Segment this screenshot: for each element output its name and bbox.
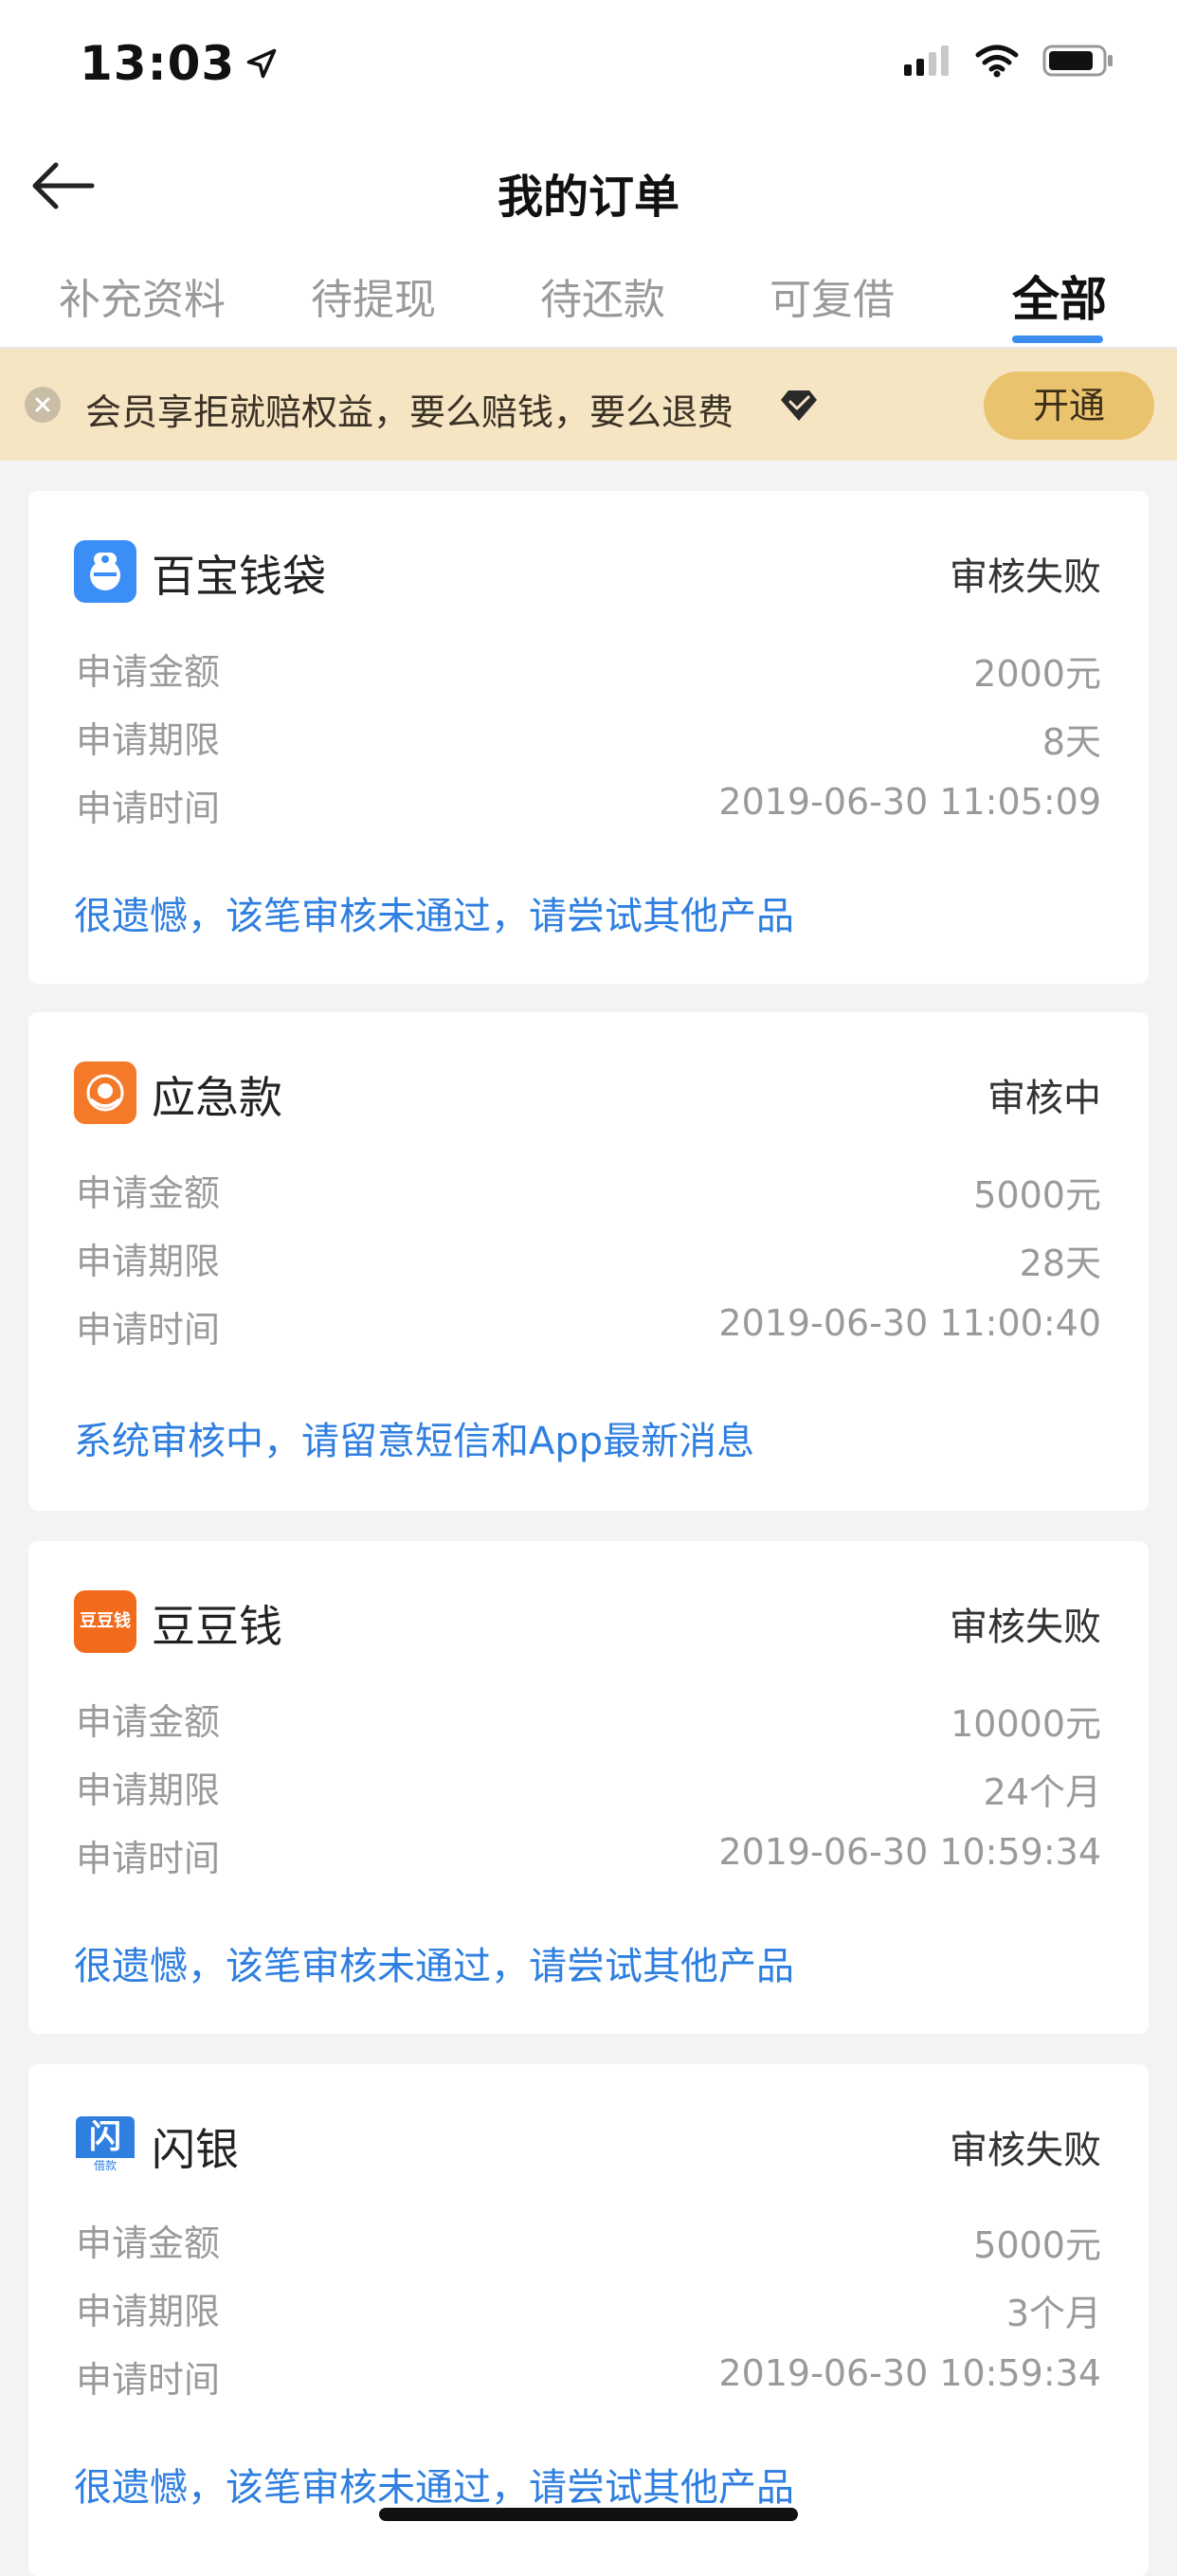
term-label: 申请期限 xyxy=(76,719,221,761)
tab-all[interactable]: 全部 xyxy=(1012,262,1107,330)
term-label: 申请期限 xyxy=(76,2291,221,2332)
term-label: 申请期限 xyxy=(76,1769,221,1811)
tab-reborrowable[interactable]: 可复借 xyxy=(770,265,895,326)
time-value: 2019-06-30 11:00:40 xyxy=(718,1302,1101,1344)
clock-text: 13:03 xyxy=(80,36,236,91)
cellular-signal-icon xyxy=(904,45,949,76)
active-tab-indicator xyxy=(1012,336,1103,343)
term-label: 申请期限 xyxy=(76,1241,221,1282)
banner-close-button[interactable] xyxy=(25,387,61,423)
order-tabs: 补充资料 待提现 待还款 可复借 全部 xyxy=(0,246,1177,349)
order-card[interactable]: 百宝钱袋 审核失败 申请金额 2000元 申请期限 8天 申请时间 2019-0… xyxy=(28,491,1149,984)
app-name: 豆豆钱 xyxy=(152,1601,282,1652)
logo-subtext: 借款 xyxy=(93,2159,117,2172)
tab-supplement-info[interactable]: 补充资料 xyxy=(59,265,226,326)
app-logo xyxy=(74,540,136,603)
order-message: 很遗憾，该笔审核未通过，请尝试其他产品 xyxy=(74,895,794,938)
amount-value: 5000元 xyxy=(973,2224,1101,2266)
time-value: 2019-06-30 11:05:09 xyxy=(718,781,1101,823)
app-name: 应急款 xyxy=(152,1072,282,1123)
navigation-bar: 我的订单 xyxy=(0,123,1177,246)
app-logo: 闪 借款 xyxy=(74,2113,136,2176)
time-value: 2019-06-30 10:59:34 xyxy=(718,2352,1101,2394)
term-value: 3个月 xyxy=(1005,2293,1101,2334)
term-value: 8天 xyxy=(1041,721,1101,763)
logo-text: 豆豆钱 xyxy=(80,1611,131,1631)
app-name: 百宝钱袋 xyxy=(152,551,326,602)
term-value: 24个月 xyxy=(983,1771,1101,1813)
wallet-bag-icon xyxy=(90,553,120,590)
time-value: 2019-06-30 10:59:34 xyxy=(718,1831,1101,1873)
app-name: 闪银 xyxy=(152,2124,239,2175)
emergency-hand-icon xyxy=(86,1074,124,1112)
diamond-icon xyxy=(781,390,817,421)
order-status: 审核失败 xyxy=(950,555,1101,599)
open-membership-button[interactable]: 开通 xyxy=(984,372,1154,440)
amount-value: 2000元 xyxy=(973,653,1101,695)
membership-banner: 会员享拒就赔权益，要么赔钱，要么退费 开通 xyxy=(0,349,1177,461)
order-status: 审核失败 xyxy=(950,1605,1101,1649)
home-indicator[interactable] xyxy=(379,2508,798,2521)
amount-value: 10000元 xyxy=(951,1703,1101,1745)
location-arrow-icon xyxy=(246,48,277,79)
amount-label: 申请金额 xyxy=(76,1172,221,1214)
order-message: 很遗憾，该笔审核未通过，请尝试其他产品 xyxy=(74,1945,794,1988)
order-message: 很遗憾，该笔审核未通过，请尝试其他产品 xyxy=(74,2466,794,2510)
term-value: 28天 xyxy=(1019,1243,1101,1284)
close-icon xyxy=(35,397,50,412)
banner-text: 会员享拒就赔权益，要么赔钱，要么退费 xyxy=(85,391,734,433)
time-label: 申请时间 xyxy=(76,1309,221,1351)
tab-pending-withdrawal[interactable]: 待提现 xyxy=(311,265,436,326)
order-status: 审核失败 xyxy=(950,2129,1101,2172)
time-label: 申请时间 xyxy=(76,2359,221,2401)
app-logo xyxy=(74,1061,136,1124)
amount-label: 申请金额 xyxy=(76,2222,221,2264)
time-label: 申请时间 xyxy=(76,1838,221,1879)
time-label: 申请时间 xyxy=(76,788,221,829)
tab-pending-repayment[interactable]: 待还款 xyxy=(540,265,665,326)
status-indicators xyxy=(904,44,1114,78)
wifi-icon xyxy=(975,45,1019,78)
order-card[interactable]: 应急款 审核中 申请金额 5000元 申请期限 28天 申请时间 2019-06… xyxy=(28,1012,1149,1511)
order-status: 审核中 xyxy=(987,1077,1101,1120)
page-title: 我的订单 xyxy=(497,171,679,224)
battery-icon xyxy=(1042,45,1113,77)
logo-text: 闪 xyxy=(76,2116,135,2158)
order-card[interactable]: 闪 借款 闪银 审核失败 申请金额 5000元 申请期限 3个月 申请时间 20… xyxy=(28,2064,1149,2576)
amount-value: 5000元 xyxy=(973,1174,1101,1216)
order-card[interactable]: 豆豆钱 豆豆钱 审核失败 申请金额 10000元 申请期限 24个月 申请时间 … xyxy=(28,1541,1149,2034)
amount-label: 申请金额 xyxy=(76,1701,221,1743)
order-message: 系统审核中，请留意短信和App最新消息 xyxy=(74,1420,755,1463)
status-time: 13:03 xyxy=(80,36,279,91)
amount-label: 申请金额 xyxy=(76,651,221,693)
status-bar: 13:03 xyxy=(0,0,1177,123)
app-logo: 豆豆钱 xyxy=(74,1590,136,1653)
